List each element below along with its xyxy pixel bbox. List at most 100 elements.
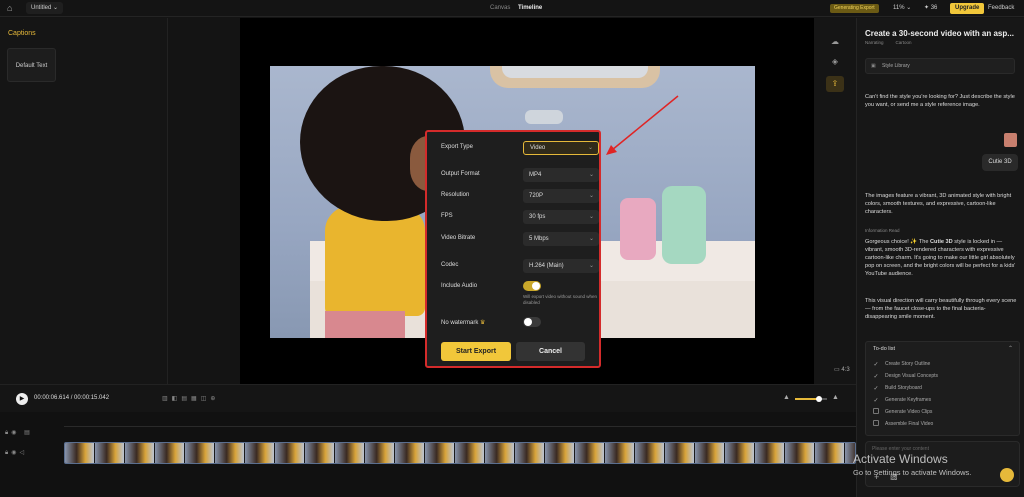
watermark-line-1: Activate Windows [853, 452, 948, 466]
cancel-button[interactable]: Cancel [516, 342, 585, 361]
chevron-down-icon: ⌄ [588, 263, 594, 269]
duplicate-icon[interactable]: ▤ [181, 396, 191, 402]
todo-label: Design Visual Concepts [885, 373, 938, 379]
chevron-up-icon[interactable]: ⌃ [1008, 345, 1013, 352]
clip-frame [515, 443, 545, 463]
watermark-row: No watermark ♛ [441, 317, 587, 331]
feedback-link[interactable]: Feedback [988, 4, 1014, 13]
mute-icon[interactable]: ◫ [201, 396, 211, 402]
codec-row: Codec H.264 (Main) ⌄ [441, 259, 599, 273]
reference-image-thumbnail[interactable] [1004, 133, 1017, 147]
chevron-down-icon: ⌄ [588, 214, 594, 220]
output-format-row: Output Format MP4 ⌄ [441, 168, 599, 182]
play-icon[interactable]: ▶ [16, 393, 28, 405]
stage-side-toolbar: ☁ ◈ ⇪ ▭ 4:3 [814, 18, 856, 384]
fps-select[interactable]: 30 fps ⌄ [523, 210, 599, 224]
watermark-label: No watermark [441, 320, 479, 326]
edit-tools: ▥◧▤▦◫⊕ [162, 395, 219, 402]
split-icon[interactable]: ▥ [162, 396, 172, 402]
clip-frame [695, 443, 725, 463]
tab-canvas[interactable]: Canvas [490, 4, 510, 13]
default-text-card[interactable]: Default Text [7, 48, 56, 82]
clip-frame [65, 443, 95, 463]
track-header: 🔒︎◉◁ [0, 446, 60, 460]
clip-frame [365, 443, 395, 463]
info-label: Information Read [865, 228, 900, 233]
aspect-ratio[interactable]: ▭ 4:3 [834, 366, 850, 373]
timeline-zoom-slider[interactable] [795, 396, 827, 402]
scene-bottle-pink [620, 198, 656, 260]
clip-frame [455, 443, 485, 463]
bitrate-select[interactable]: 5 Mbps ⌄ [523, 232, 599, 246]
chevron-down-icon: ⌄ [588, 172, 594, 178]
message-text: Gorgeous choice! ✨ The [865, 239, 931, 245]
check-icon: ✓ [873, 374, 879, 380]
cloud-icon[interactable]: ☁ [826, 34, 844, 50]
chevron-down-icon: ⌄ [588, 193, 594, 199]
panel-title: Captions [8, 30, 36, 37]
crown-icon: ♛ [480, 320, 486, 326]
field-label: Output Format [441, 171, 480, 177]
tab-timeline[interactable]: Timeline [518, 4, 542, 13]
audio-icon[interactable]: ◁ [19, 450, 27, 456]
include-audio-toggle[interactable] [523, 281, 541, 291]
clip-frame [485, 443, 515, 463]
clip-frame [575, 443, 605, 463]
start-export-button[interactable]: Start Export [441, 342, 511, 361]
style-library-button[interactable]: ▣ Style Library [865, 58, 1015, 74]
export-dialog: Export Type Video ⌄ Output Format MP4 ⌄ Re… [425, 130, 601, 368]
check-icon: ✓ [873, 398, 879, 404]
todo-item: Assemble Final Video [873, 420, 933, 428]
ratio-value: 4:3 [841, 367, 850, 373]
clip-frame [725, 443, 755, 463]
scene-faucet [525, 110, 563, 124]
video-clip[interactable] [64, 442, 856, 464]
playback-time: 00:00:06.614 / 00:00:15.042 [34, 395, 110, 401]
project-name-dropdown[interactable]: Untitled ⌄ [26, 2, 64, 14]
clip-frame [815, 443, 845, 463]
select-value: MP4 [529, 172, 542, 178]
clip-frame [425, 443, 455, 463]
field-label: Codec [441, 262, 459, 268]
trash-icon[interactable]: ▤ [24, 430, 33, 436]
slider-knob[interactable] [816, 396, 822, 402]
select-value: Video [530, 145, 546, 151]
home-icon[interactable]: ⌂ [7, 3, 17, 13]
export-icon[interactable]: ⇪ [826, 76, 844, 92]
zoom-level[interactable]: 11% ⌄ [893, 4, 911, 13]
select-value: H.264 (Main) [529, 263, 564, 269]
codec-select[interactable]: H.264 (Main) ⌄ [523, 259, 599, 273]
clip-frame [755, 443, 785, 463]
layers-icon[interactable]: ◈ [826, 54, 844, 70]
delete-icon[interactable]: ▦ [191, 396, 201, 402]
clip-frame [305, 443, 335, 463]
select-value: 720P [529, 193, 544, 199]
field-label: Export Type [441, 144, 473, 150]
assistant-panel: Create a 30-second video with an asp... … [856, 18, 1024, 497]
clip-frame [545, 443, 575, 463]
crop-icon[interactable]: ◧ [172, 396, 182, 402]
scene-bottle-green [662, 186, 706, 264]
clip-frame [215, 443, 245, 463]
assistant-message: Gorgeous choice! ✨ The Cutie 3D style is… [865, 238, 1017, 278]
check-icon: ✓ [873, 362, 879, 368]
send-button[interactable] [1000, 468, 1014, 482]
fps-row: FPS 30 fps ⌄ [441, 210, 599, 224]
clip-frame [155, 443, 185, 463]
select-value: 5 Mbps [529, 236, 549, 242]
clip-frame [125, 443, 155, 463]
add-icon[interactable]: ⊕ [210, 396, 219, 402]
captions-panel: Captions Default Text [0, 18, 168, 388]
resolution-row: Resolution 720P ⌄ [441, 189, 599, 203]
watermark-toggle[interactable] [523, 317, 541, 327]
output-format-select[interactable]: MP4 ⌄ [523, 168, 599, 182]
clip-frame [665, 443, 695, 463]
assistant-message: This visual direction will carry beautif… [865, 298, 1017, 320]
upgrade-button[interactable]: Upgrade [950, 3, 985, 14]
bitrate-row: Video Bitrate 5 Mbps ⌄ [441, 232, 599, 246]
export-type-select[interactable]: Video ⌄ [523, 141, 599, 155]
eye-icon[interactable]: ◉ [11, 430, 19, 436]
resolution-select[interactable]: 720P ⌄ [523, 189, 599, 203]
clip-frame [335, 443, 365, 463]
audio-hint: Will export video without sound when dis… [523, 294, 598, 305]
